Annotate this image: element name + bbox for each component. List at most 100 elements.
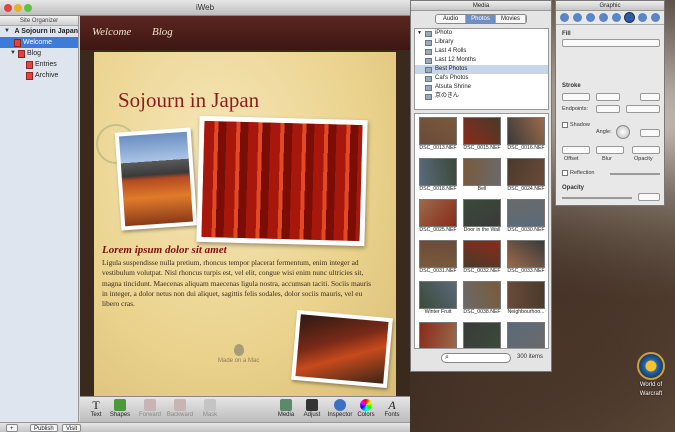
photo-thumbnail[interactable]: Door in the Wall xyxy=(462,198,502,238)
stroke-color-well[interactable] xyxy=(596,93,620,101)
zoom-icon[interactable] xyxy=(24,4,32,12)
tab-movies[interactable]: Movies xyxy=(496,15,526,23)
graphic-tab-icon[interactable] xyxy=(625,13,634,22)
source-item[interactable]: 京のきん xyxy=(415,92,548,101)
disclosure-triangle-icon[interactable]: ▼ xyxy=(10,48,16,59)
photo-label: DSC_0024.NEF xyxy=(507,186,545,192)
page-canvas[interactable]: Welcome Blog Sojourn in Japan Lorem ipsu… xyxy=(80,16,410,396)
photo-thumbnail[interactable]: Bell xyxy=(462,157,502,197)
source-item[interactable]: ▼ iPhoto xyxy=(415,29,548,38)
forward-button[interactable]: Forward xyxy=(136,399,164,418)
mask-button[interactable]: Mask xyxy=(196,399,224,418)
fill-label: Fill xyxy=(562,31,571,37)
opacity-label: Opacity xyxy=(562,185,585,191)
tab-photos[interactable]: Photos xyxy=(466,15,496,23)
reflection-checkbox[interactable] xyxy=(562,170,568,176)
nav-blog[interactable]: Blog xyxy=(152,26,173,38)
photo-thumbnail[interactable]: Walls in the Gar... xyxy=(506,321,546,348)
close-icon[interactable] xyxy=(4,4,12,12)
stroke-style-select[interactable] xyxy=(562,93,590,101)
page-title[interactable]: Sojourn in Japan xyxy=(118,88,259,113)
shadow-opacity-field[interactable] xyxy=(632,146,660,154)
adjust-button[interactable]: Adjust xyxy=(298,399,326,418)
endpoint-start-select[interactable] xyxy=(596,105,620,113)
layout-tab-icon[interactable] xyxy=(612,13,621,22)
source-item[interactable]: Atsuta Shrine xyxy=(415,83,548,92)
photo-thumbnail[interactable]: DSC_0031.NEF xyxy=(418,239,458,279)
content-heading[interactable]: Lorem ipsum dolor sit amet xyxy=(102,244,227,256)
photo-torii-gates[interactable] xyxy=(196,115,368,247)
minimize-icon[interactable] xyxy=(14,4,22,12)
metrics-tab-icon[interactable] xyxy=(638,13,647,22)
photo-thumbnail[interactable]: DSC_0025.NEF xyxy=(418,198,458,238)
colors-label: Colors xyxy=(357,412,375,418)
photo-thumbnail[interactable]: DSC_0041.NEF xyxy=(418,321,458,348)
typography-tab-icon[interactable] xyxy=(599,13,608,22)
photo-label: DSC_0016.NEF xyxy=(507,145,545,151)
source-label: Last 4 Rolls xyxy=(435,48,467,54)
angle-label: Angle: xyxy=(596,129,612,135)
desktop-icon-wow[interactable]: World of Warcraft xyxy=(628,352,674,398)
photo-thumbnail[interactable]: DSC_0016.NEF xyxy=(506,116,546,156)
fonts-button[interactable]: A Fonts xyxy=(378,399,406,418)
photo-thumbnail[interactable]: Winter Fruit xyxy=(418,280,458,320)
source-item[interactable]: Last 12 Months xyxy=(415,56,548,65)
fill-select[interactable] xyxy=(562,39,660,47)
blur-label: Blur xyxy=(602,156,612,162)
endpoint-end-select[interactable] xyxy=(626,105,660,113)
photo-thumbnail[interactable]: DSC_0018.NEF xyxy=(418,157,458,197)
blog-inspector-tab-icon[interactable] xyxy=(586,13,595,22)
source-item[interactable]: Cal's Photos xyxy=(415,74,548,83)
tab-audio[interactable]: Audio xyxy=(436,15,466,23)
page-item-entries[interactable]: Entries xyxy=(0,59,78,70)
opacity-slider[interactable] xyxy=(562,197,632,199)
photo-thumbnail[interactable]: DSC_0032.NEF xyxy=(462,239,502,279)
nav-welcome[interactable]: Welcome xyxy=(92,26,131,38)
source-item[interactable]: Best Photos xyxy=(415,65,548,74)
photo-thumbnail[interactable]: DSC_0030.NEF xyxy=(506,198,546,238)
photo-thumbnail[interactable]: DSC_0015.NEF xyxy=(462,116,502,156)
page-item-blog[interactable]: ▼ Blog xyxy=(0,48,78,59)
blur-field[interactable] xyxy=(596,146,624,154)
reflection-slider[interactable] xyxy=(610,173,660,175)
text-inspector-tab-icon[interactable] xyxy=(573,13,582,22)
photo-thumbnail[interactable]: DSC_0039.NEF xyxy=(462,321,502,348)
photo-thumbnail[interactable]: DSC_0013.NEF xyxy=(418,116,458,156)
content-body[interactable]: Ligula suspendisse nulla pretium, rhoncu… xyxy=(102,258,372,309)
disclosure-triangle-icon[interactable]: ▼ xyxy=(417,29,422,38)
photo-thumbnail[interactable]: DSC_0024.NEF xyxy=(506,157,546,197)
page-item-welcome[interactable]: Welcome xyxy=(0,37,78,48)
angle-field[interactable] xyxy=(640,129,660,137)
visit-button[interactable]: Visit xyxy=(62,424,82,432)
page-content[interactable]: Sojourn in Japan Lorem ipsum dolor sit a… xyxy=(94,52,396,396)
photo-label: Winter Fruit xyxy=(424,309,452,315)
backward-label: Backward xyxy=(166,412,194,418)
backward-button[interactable]: Backward xyxy=(166,399,194,418)
album-icon xyxy=(425,66,432,73)
source-item[interactable]: Library xyxy=(415,38,548,47)
photo-lanterns[interactable] xyxy=(291,309,393,389)
site-item-sojourn[interactable]: ▼ A Sojourn in Japan xyxy=(0,26,78,37)
disclosure-triangle-icon[interactable]: ▼ xyxy=(4,26,10,37)
offset-field[interactable] xyxy=(562,146,590,154)
publish-button[interactable]: Publish xyxy=(30,424,58,432)
source-item[interactable]: Last 4 Rolls xyxy=(415,47,548,56)
search-input[interactable]: ⌕ xyxy=(441,353,511,363)
angle-knob[interactable] xyxy=(616,125,630,139)
shapes-button[interactable]: Shapes xyxy=(106,399,134,418)
media-label: Media xyxy=(277,412,295,418)
page-item-archive[interactable]: Archive xyxy=(0,70,78,81)
photo-thumbnail[interactable]: Neighbourhoo... xyxy=(506,280,546,320)
shadow-checkbox[interactable] xyxy=(562,122,568,128)
photo-temple[interactable] xyxy=(114,127,198,231)
media-button[interactable]: Media xyxy=(272,399,300,418)
colors-button[interactable]: Colors xyxy=(352,399,380,418)
link-tab-icon[interactable] xyxy=(651,13,660,22)
stroke-width-field[interactable] xyxy=(640,93,660,101)
photo-thumbnail[interactable]: DSC_0033.NEF xyxy=(506,239,546,279)
add-page-button[interactable]: + xyxy=(6,424,18,432)
photo-thumbnail[interactable]: DSC_0038.NEF xyxy=(462,280,502,320)
page-inspector-tab-icon[interactable] xyxy=(560,13,569,22)
opacity-field[interactable] xyxy=(638,193,660,201)
inspector-button[interactable]: Inspector xyxy=(326,399,354,418)
